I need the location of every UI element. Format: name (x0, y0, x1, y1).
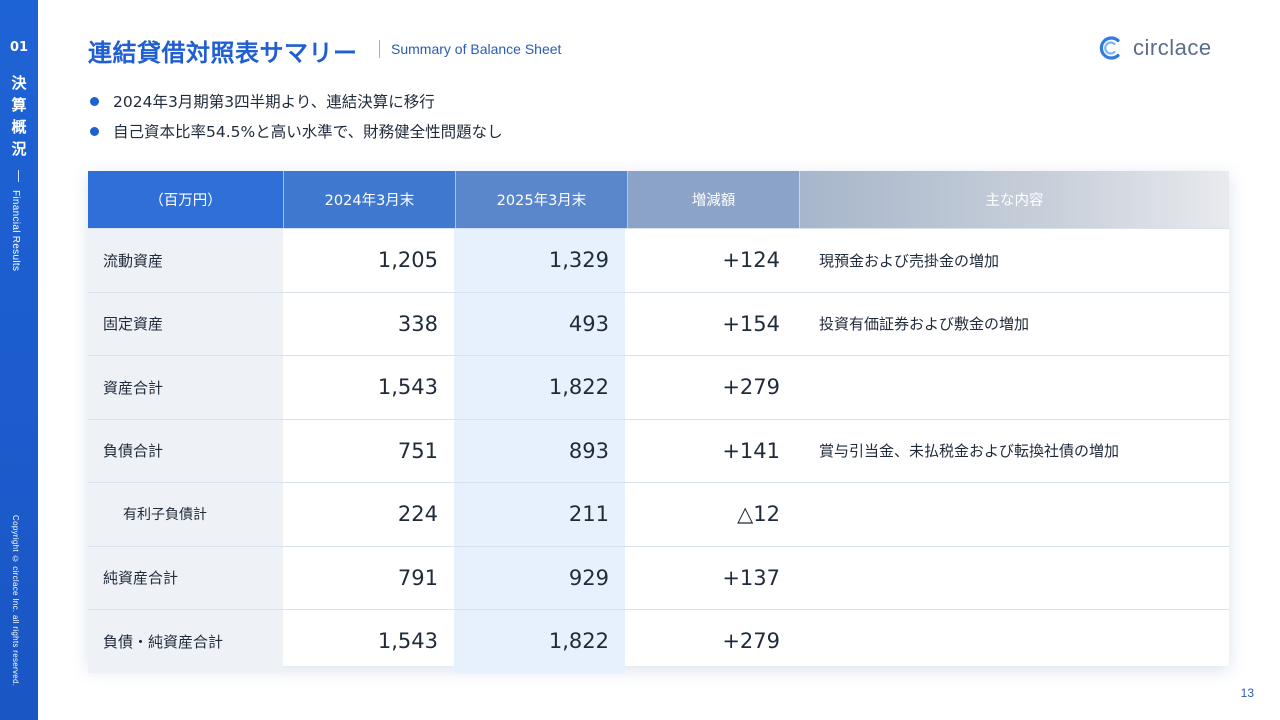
summary-bullets: 2024年3月期第3四半期より、連結決算に移行 自己資本比率54.5%と高い水準… (88, 86, 503, 146)
row-note (796, 547, 1229, 610)
row-label: 資産合計 (88, 356, 283, 419)
value-diff: +154 (722, 311, 780, 336)
sidebar-divider (18, 170, 19, 182)
table-row: 資産合計 1,543 1,822 +279 (88, 355, 1229, 419)
section-number: 01 (9, 40, 29, 55)
table-row: 負債・純資産合計 1,543 1,822 +279 (88, 609, 1229, 673)
row-label: 固定資産 (88, 292, 283, 355)
value-2024: 791 (397, 565, 438, 590)
value-2025: 1,329 (454, 229, 625, 292)
value-2025: 929 (454, 546, 625, 609)
section-title-char: 況 (11, 140, 27, 158)
value-2025: 1,822 (454, 610, 625, 673)
value-diff: +137 (722, 565, 780, 590)
value-2025: 211 (454, 483, 625, 546)
header-2025: 2025年3月末 (456, 171, 628, 228)
page-title: 連結貸借対照表サマリー (88, 39, 358, 67)
bullet-item: 2024年3月期第3四半期より、連結決算に移行 (88, 86, 503, 116)
section-title-en: Financial Results (10, 190, 21, 272)
row-note: 賞与引当金、未払税金および転換社債の増加 (819, 442, 1120, 461)
row-note (796, 483, 1229, 546)
title-divider (379, 40, 380, 58)
value-2024: 1,543 (377, 629, 438, 654)
table-header-row: （百万円） 2024年3月末 2025年3月末 増減額 主な内容 (88, 171, 1229, 228)
value-2024: 224 (397, 502, 438, 527)
copyright-text: Copyright © circlace Inc. all rights res… (11, 515, 20, 687)
bullet-dot-icon (90, 126, 99, 136)
bullet-dot-icon (90, 96, 99, 106)
value-2024: 751 (397, 438, 438, 463)
bullet-text: 自己資本比率54.5%と高い水準で、財務健全性問題なし (113, 123, 503, 141)
row-label: 純資産合計 (88, 546, 283, 609)
value-diff: △12 (737, 502, 780, 527)
row-note: 投資有価証券および敷金の増加 (819, 315, 1030, 334)
value-diff: +279 (722, 629, 780, 654)
value-2024: 1,543 (377, 375, 438, 400)
page-number: 13 (1240, 686, 1254, 700)
value-diff: +141 (722, 438, 780, 463)
balance-sheet-table: （百万円） 2024年3月末 2025年3月末 増減額 主な内容 流動資産 1,… (88, 171, 1229, 673)
table-row: 負債合計 751 893 +141 賞与引当金、未払税金および転換社債の増加 (88, 418, 1229, 482)
row-note (796, 356, 1229, 419)
circlace-logo-icon (1099, 36, 1120, 60)
value-2024: 1,205 (377, 248, 438, 273)
table-row: 流動資産 1,205 1,329 +124 現預金および売掛金の増加 (88, 228, 1229, 292)
value-diff: +279 (722, 375, 780, 400)
row-label: 負債・純資産合計 (88, 610, 283, 673)
table-row: 固定資産 338 493 +154 投資有価証券および敷金の増加 (88, 291, 1229, 355)
row-note (796, 610, 1229, 673)
bullet-item: 自己資本比率54.5%と高い水準で、財務健全性問題なし (88, 116, 503, 146)
row-label: 負債合計 (88, 419, 283, 482)
section-title-char: 決 (11, 74, 27, 92)
logo-wordmark: circlace (1133, 35, 1212, 60)
value-diff: +124 (722, 248, 780, 273)
value-2025: 1,822 (454, 356, 625, 419)
table-row: 純資産合計 791 929 +137 (88, 545, 1229, 610)
bullet-text: 2024年3月期第3四半期より、連結決算に移行 (113, 93, 435, 111)
section-sidebar: 01 決 算 概 況 Financial Results Copyright ©… (0, 0, 38, 720)
header-2024: 2024年3月末 (284, 171, 456, 228)
page-subtitle: Summary of Balance Sheet (391, 41, 562, 57)
section-title-char: 算 (11, 96, 27, 114)
table-row: 有利子負債計 224 211 △12 (88, 482, 1229, 546)
row-label: 流動資産 (88, 229, 283, 292)
section-title-jp: 決 算 概 況 (0, 72, 38, 160)
row-label: 有利子負債計 (88, 483, 283, 546)
header-unit: （百万円） (88, 171, 284, 228)
header-diff: 増減額 (628, 171, 800, 228)
value-2025: 493 (454, 292, 625, 355)
section-title-char: 概 (11, 118, 27, 136)
header-notes: 主な内容 (800, 171, 1229, 228)
value-2024: 338 (397, 311, 438, 336)
company-logo: circlace (1097, 34, 1212, 62)
row-note: 現預金および売掛金の増加 (819, 251, 1000, 270)
value-2025: 893 (454, 419, 625, 482)
